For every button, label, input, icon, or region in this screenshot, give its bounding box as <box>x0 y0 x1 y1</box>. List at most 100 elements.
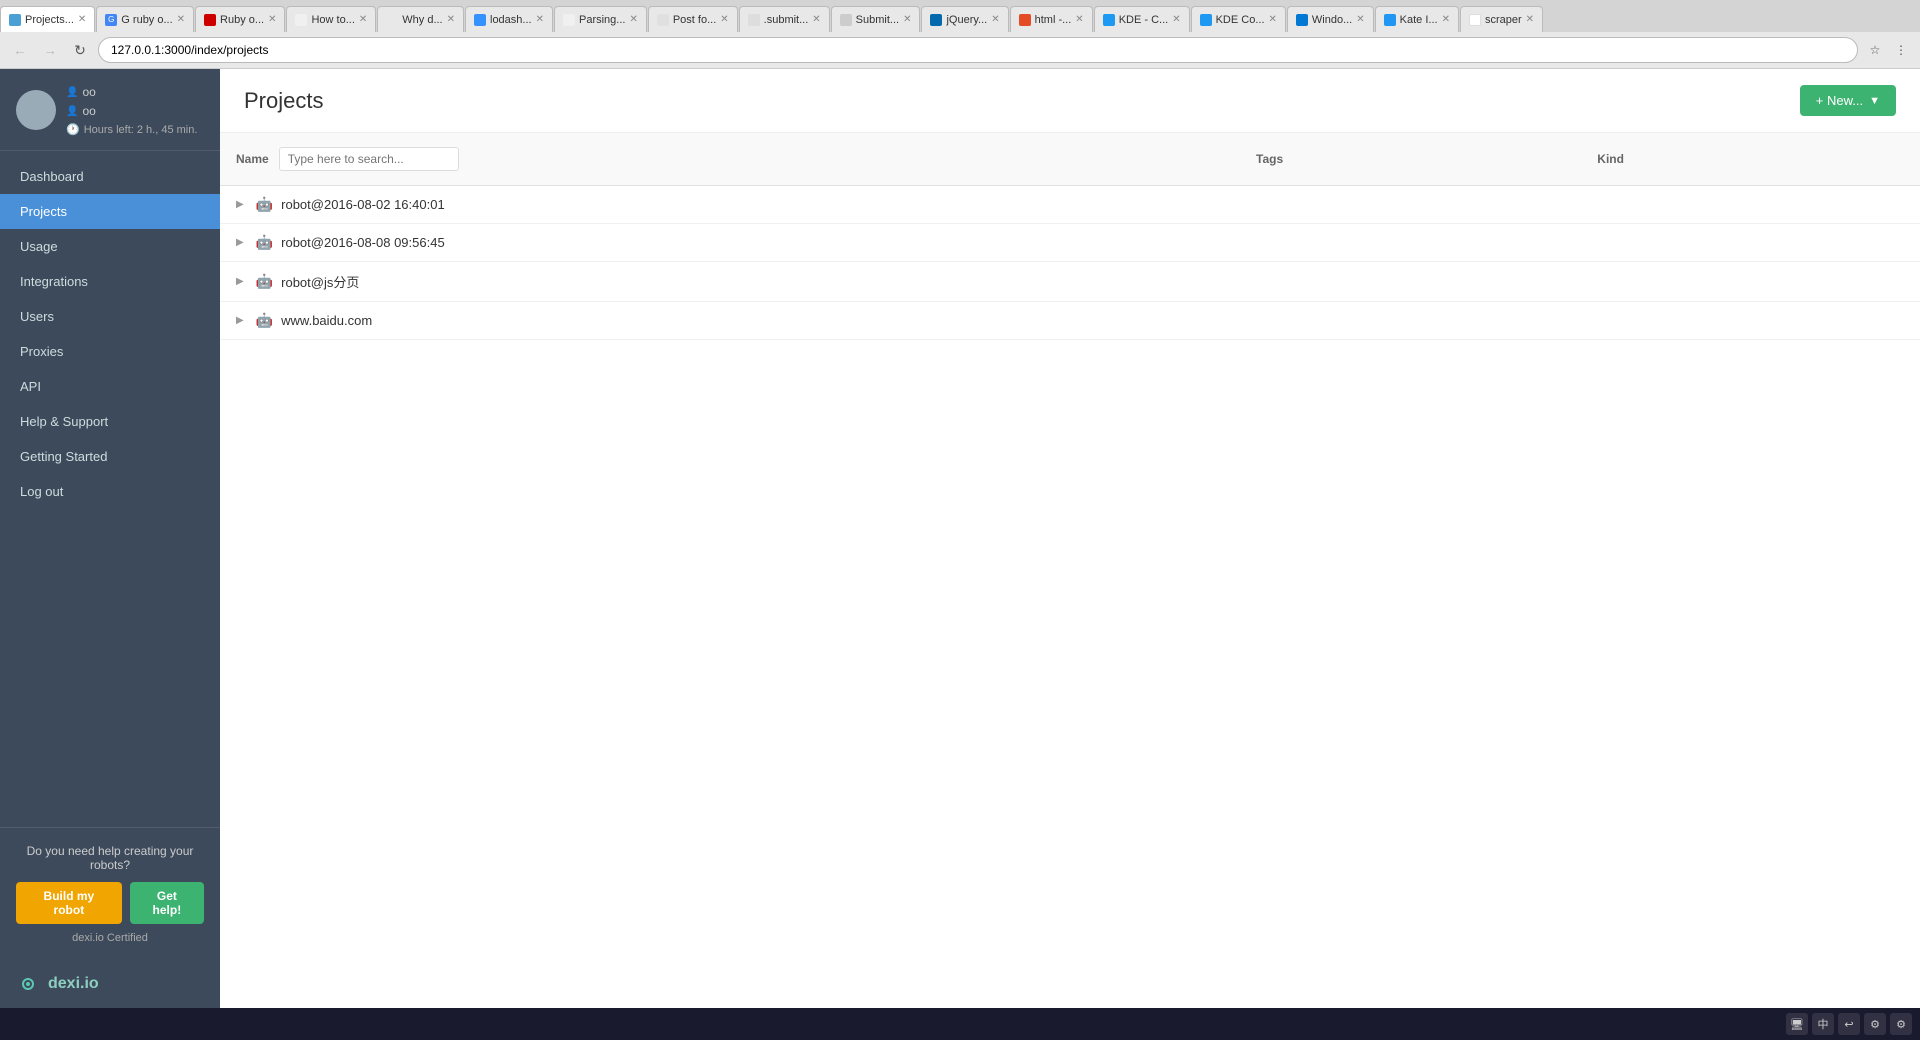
projects-table: Name Tags Kind <box>220 133 1920 340</box>
tab-close-ruby2[interactable]: ✕ <box>268 14 276 25</box>
tab-favicon-scraper <box>1469 14 1481 26</box>
tab-close-parsing[interactable]: ✕ <box>629 14 637 25</box>
cta-section: Do you need help creating your robots? B… <box>0 827 220 960</box>
tab-projects[interactable]: Projects... ✕ <box>0 6 95 32</box>
taskbar-item-4[interactable]: ⚙ <box>1864 1013 1886 1035</box>
table-row[interactable]: ▶ 🤖 robot@js分页 <box>220 262 1920 302</box>
tab-submit2[interactable]: Submit... ✕ <box>831 6 921 32</box>
tab-close-ruby1[interactable]: ✕ <box>177 14 185 25</box>
tab-kde1[interactable]: KDE - C... ✕ <box>1094 6 1190 32</box>
build-robot-button[interactable]: Build my robot <box>16 882 122 924</box>
table-container: Name Tags Kind <box>220 133 1920 1008</box>
row-expand-4[interactable]: ▶ <box>236 315 244 326</box>
cta-buttons: Build my robot Get help! <box>16 882 204 924</box>
tab-favicon-submit1 <box>748 14 760 26</box>
tab-ruby1[interactable]: G G ruby o... ✕ <box>96 6 194 32</box>
sidebar-item-proxies[interactable]: Proxies <box>0 334 220 369</box>
tab-close-scraper[interactable]: ✕ <box>1526 14 1534 25</box>
sidebar-item-projects[interactable]: Projects <box>0 194 220 229</box>
tab-kate[interactable]: Kate I... ✕ <box>1375 6 1459 32</box>
tab-label-kde2: KDE Co... <box>1216 14 1265 26</box>
tab-close-submit1[interactable]: ✕ <box>812 14 820 25</box>
sidebar-item-users[interactable]: Users <box>0 299 220 334</box>
tab-jquery[interactable]: jQuery... ✕ <box>921 6 1008 32</box>
new-button[interactable]: + New... ▼ <box>1800 85 1896 116</box>
tab-ruby2[interactable]: Ruby o... ✕ <box>195 6 285 32</box>
td-kind-3 <box>1581 262 1920 302</box>
tab-close-kde1[interactable]: ✕ <box>1172 14 1180 25</box>
tab-close-lodash[interactable]: ✕ <box>536 14 544 25</box>
tab-howto[interactable]: How to... ✕ <box>286 6 376 32</box>
td-name-1: ▶ 🤖 robot@2016-08-02 16:40:01 <box>220 186 1240 224</box>
top-bar: Projects + New... ▼ <box>220 69 1920 133</box>
table-row[interactable]: ▶ 🤖 www.baidu.com <box>220 302 1920 340</box>
td-kind-4 <box>1581 302 1920 340</box>
forward-button[interactable]: → <box>38 38 62 62</box>
tab-html[interactable]: html -... ✕ <box>1010 6 1093 32</box>
taskbar-item-1[interactable]: 🖥 <box>1786 1013 1808 1035</box>
tab-scraper[interactable]: scraper ✕ <box>1460 6 1543 32</box>
tab-label-jquery: jQuery... <box>946 14 987 26</box>
user-info: 👤 oo 👤 oo 🕐 Hours left: 2 h., 45 min. <box>66 83 204 136</box>
tab-parsing[interactable]: Parsing... ✕ <box>554 6 647 32</box>
hours-text: 🕐 Hours left: 2 h., 45 min. <box>66 123 204 136</box>
sidebar-item-integrations[interactable]: Integrations <box>0 264 220 299</box>
get-help-button[interactable]: Get help! <box>130 882 204 924</box>
tab-close-post[interactable]: ✕ <box>720 14 728 25</box>
table-row[interactable]: ▶ 🤖 robot@2016-08-02 16:40:01 <box>220 186 1920 224</box>
tab-close-jquery[interactable]: ✕ <box>991 14 999 25</box>
taskbar-item-5[interactable]: ⚙ <box>1890 1013 1912 1035</box>
tab-close-why[interactable]: ✕ <box>447 14 455 25</box>
reload-button[interactable]: ↻ <box>68 38 92 62</box>
sidebar-item-help[interactable]: Help & Support <box>0 404 220 439</box>
tab-label-lodash: lodash... <box>490 14 532 26</box>
project-label-3: robot@js分页 <box>281 272 359 291</box>
td-tags-4 <box>1240 302 1581 340</box>
sidebar-item-getting-started[interactable]: Getting Started <box>0 439 220 474</box>
back-button[interactable]: ← <box>8 38 32 62</box>
tab-close-kde2[interactable]: ✕ <box>1269 14 1277 25</box>
tab-label-why: Why d... <box>402 14 442 26</box>
tab-submit1[interactable]: .submit... ✕ <box>739 6 830 32</box>
sidebar: 👤 oo 👤 oo 🕐 Hours left: 2 h., 45 min. Da… <box>0 69 220 1008</box>
td-name-4: ▶ 🤖 www.baidu.com <box>220 302 1240 340</box>
user-info-item-2: 👤 oo <box>66 102 204 121</box>
sidebar-item-logout[interactable]: Log out <box>0 474 220 509</box>
th-name: Name <box>220 133 1240 186</box>
taskbar-item-2[interactable]: 中 <box>1812 1013 1834 1035</box>
project-label-2: robot@2016-08-08 09:56:45 <box>281 235 445 250</box>
td-tags-2 <box>1240 224 1581 262</box>
tab-close-kate[interactable]: ✕ <box>1442 14 1450 25</box>
column-name-label: Name <box>236 152 269 166</box>
sidebar-item-usage[interactable]: Usage <box>0 229 220 264</box>
tab-close-projects[interactable]: ✕ <box>78 14 86 25</box>
sidebar-item-api[interactable]: API <box>0 369 220 404</box>
username1: oo <box>82 83 95 102</box>
taskbar-item-3[interactable]: ↩ <box>1838 1013 1860 1035</box>
tab-kde2[interactable]: KDE Co... ✕ <box>1191 6 1286 32</box>
tab-label-kate: Kate I... <box>1400 14 1438 26</box>
td-kind-1 <box>1581 186 1920 224</box>
tab-lodash[interactable]: lodash... ✕ <box>465 6 553 32</box>
tab-favicon-post <box>657 14 669 26</box>
project-name-2: ▶ 🤖 robot@2016-08-08 09:56:45 <box>236 234 1224 251</box>
bookmark-button[interactable]: ☆ <box>1864 39 1886 61</box>
tab-label-submit2: Submit... <box>856 14 899 26</box>
row-expand-1[interactable]: ▶ <box>236 199 244 210</box>
tab-close-submit2[interactable]: ✕ <box>903 14 911 25</box>
browser-menu-button[interactable]: ⋮ <box>1890 39 1912 61</box>
row-expand-3[interactable]: ▶ <box>236 276 244 287</box>
tab-close-howto[interactable]: ✕ <box>359 14 367 25</box>
tab-post[interactable]: Post fo... ✕ <box>648 6 738 32</box>
table-row[interactable]: ▶ 🤖 robot@2016-08-08 09:56:45 <box>220 224 1920 262</box>
row-expand-2[interactable]: ▶ <box>236 237 244 248</box>
sidebar-item-dashboard[interactable]: Dashboard <box>0 159 220 194</box>
search-input[interactable] <box>279 147 459 171</box>
address-input[interactable] <box>98 37 1858 63</box>
tab-close-html[interactable]: ✕ <box>1075 14 1083 25</box>
tab-close-windows[interactable]: ✕ <box>1356 14 1364 25</box>
tab-windows[interactable]: Windo... ✕ <box>1287 6 1374 32</box>
tab-label-submit1: .submit... <box>764 14 809 26</box>
tab-favicon-html <box>1019 14 1031 26</box>
tab-why[interactable]: Why d... ✕ <box>377 6 464 32</box>
